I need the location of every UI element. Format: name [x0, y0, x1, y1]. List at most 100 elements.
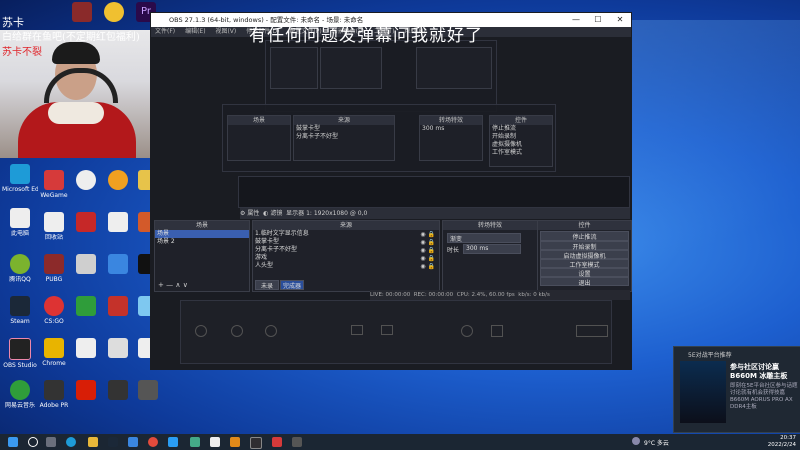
desktop-icon[interactable]: Microsoft Edge [2, 164, 38, 193]
display-selector[interactable]: 显示器 1: 1920x1080 @ 0,0 [286, 210, 367, 217]
streamer-name-red: 苏卡不裂 [2, 47, 42, 58]
desktop-icon[interactable] [68, 296, 104, 318]
eye-icon[interactable]: ◉ 🔒 [420, 255, 435, 263]
source-item[interactable]: 人头型 [253, 262, 439, 270]
mixer-tab[interactable]: 未录 [255, 280, 279, 290]
eye-icon[interactable]: ◉ 🔒 [420, 263, 435, 271]
transition-select[interactable]: 渐变 [447, 233, 521, 243]
scene-item[interactable]: 场景 2 [155, 238, 249, 246]
desktop-icon[interactable]: 网易云音乐 [2, 380, 38, 409]
transitions-tab[interactable]: 完成器 [280, 280, 304, 290]
desktop-icon[interactable]: WeGame [36, 170, 72, 199]
desktop-icon[interactable] [96, 2, 132, 24]
add-icon[interactable]: + [158, 281, 164, 289]
eye-icon[interactable]: ◉ 🔒 [420, 231, 435, 239]
desktop-icon[interactable] [130, 380, 166, 402]
app-icon[interactable] [230, 437, 240, 447]
desktop-icon[interactable]: CS:GO [36, 296, 72, 325]
app-icon[interactable] [272, 437, 282, 447]
file-icon [76, 338, 96, 358]
start-recording-button[interactable]: 开始录制 [540, 241, 629, 251]
obs-nested-preview [265, 40, 497, 112]
desktop-icon[interactable]: 腾讯QQ [2, 254, 38, 283]
settings-button[interactable]: 设置 [540, 268, 629, 278]
eye-icon[interactable]: ◉ 🔒 [420, 239, 435, 247]
remove-icon[interactable]: — [166, 281, 173, 289]
desktop-icon[interactable] [64, 2, 100, 24]
start-button-ghost [576, 325, 608, 337]
search-icon[interactable] [28, 437, 38, 447]
monitor-icon [351, 325, 363, 335]
desktop-icon[interactable] [68, 254, 104, 276]
minimize-icon[interactable]: — [565, 13, 587, 27]
task-view-icon[interactable] [46, 437, 56, 447]
properties-button[interactable]: 属性 [247, 210, 259, 217]
desktop-icon[interactable]: PUBG [36, 254, 72, 283]
filter-icon[interactable]: ◐ [263, 210, 268, 217]
app-icon [44, 254, 64, 274]
source-item[interactable]: 1.临时文字显示信息 [253, 230, 439, 238]
notification-headline: 参与社区讨论赢B660M 冰雕主板 [730, 363, 788, 380]
file-icon [44, 212, 64, 232]
menu-file[interactable]: 文件(F) [155, 28, 175, 35]
menu-view[interactable]: 视图(V) [215, 28, 236, 35]
desktop-icon[interactable] [68, 212, 104, 234]
app-icon [10, 380, 30, 400]
notification-app: 5E对战平台推荐 [688, 352, 732, 359]
wechat-icon[interactable] [190, 437, 200, 447]
desktop-icon[interactable]: Chrome [36, 338, 72, 367]
visibility-toggles: ◉ 🔒 ◉ 🔒 ◉ 🔒 ◉ 🔒 ◉ 🔒 [420, 231, 435, 271]
desktop-icon[interactable] [68, 170, 104, 192]
desktop-icon[interactable]: 回收站 [36, 212, 72, 241]
windows-start-icon[interactable] [8, 437, 18, 447]
app-icon [76, 254, 96, 274]
product-image [680, 361, 726, 423]
weather-icon [632, 437, 640, 445]
source-item[interactable]: 分离卡子不好型 [253, 246, 439, 254]
down-icon[interactable]: ∨ [183, 281, 188, 289]
close-icon[interactable]: ✕ [609, 13, 631, 27]
menu-edit[interactable]: 编辑(E) [185, 28, 205, 35]
app-icon [76, 170, 96, 190]
gear-icon[interactable]: ⚙ [240, 210, 245, 217]
obs-nested-preview-2: 场景 来源 鼓掌卡型 分离卡子不好型 转场特效 300 ms 控件 停止推流 开… [222, 104, 556, 172]
maximize-icon[interactable]: ☐ [587, 13, 609, 27]
system-clock[interactable]: 20:37 2022/2/24 [768, 435, 796, 449]
desktop-icon[interactable]: 此电脑 [2, 208, 38, 237]
scene-item[interactable]: 场景 [155, 230, 249, 238]
steam-icon[interactable] [108, 437, 118, 447]
app-icon [138, 380, 158, 400]
app-icon [76, 380, 96, 400]
desktop-icon[interactable]: Adobe PR [36, 380, 72, 409]
notification-toast[interactable]: 5E对战平台推荐 参与社区讨论赢B660M 冰雕主板 即刻在5E平台社区参与话题… [673, 346, 800, 433]
app-icon [72, 2, 92, 22]
controls-dock: 控件 停止推流 开始录制 启动虚拟摄像机 工作室模式 设置 退出 [537, 220, 632, 292]
eye-icon[interactable]: ◉ 🔒 [420, 247, 435, 255]
source-item[interactable]: 鼓掌卡型 [253, 238, 439, 246]
studio-mode-button[interactable]: 工作室模式 [540, 259, 629, 269]
weather-text: 9°C 多云 [644, 440, 669, 447]
app-icon[interactable] [210, 437, 220, 447]
desktop-icon[interactable] [68, 380, 104, 402]
app-icon [108, 254, 128, 274]
source-item[interactable]: 游戏 [253, 254, 439, 262]
app-icon[interactable] [292, 437, 302, 447]
obs-icon[interactable] [250, 437, 262, 449]
desktop-icon[interactable]: Steam [2, 296, 38, 325]
edge-icon [10, 164, 30, 184]
folder-icon[interactable] [88, 437, 98, 447]
qq-icon[interactable] [168, 437, 178, 447]
stop-stream-button[interactable]: 停止推流 [540, 231, 629, 241]
duration-field[interactable]: 300 ms [463, 244, 521, 254]
virtual-camera-button[interactable]: 启动虚拟摄像机 [540, 250, 629, 260]
desktop-icon[interactable] [68, 338, 104, 360]
exit-button[interactable]: 退出 [540, 277, 629, 287]
filters-button[interactable]: 滤镜 [270, 210, 282, 217]
app-icon[interactable] [128, 437, 138, 447]
up-icon[interactable]: ∧ [175, 281, 180, 289]
edge-icon[interactable] [66, 437, 76, 447]
speaker-icon [491, 325, 503, 337]
chrome-icon[interactable] [148, 437, 158, 447]
desktop-icon[interactable]: OBS Studio [2, 338, 38, 369]
desktop: Microsoft Edge 此电脑 腾讯QQ Steam OBS Studio… [0, 0, 800, 434]
